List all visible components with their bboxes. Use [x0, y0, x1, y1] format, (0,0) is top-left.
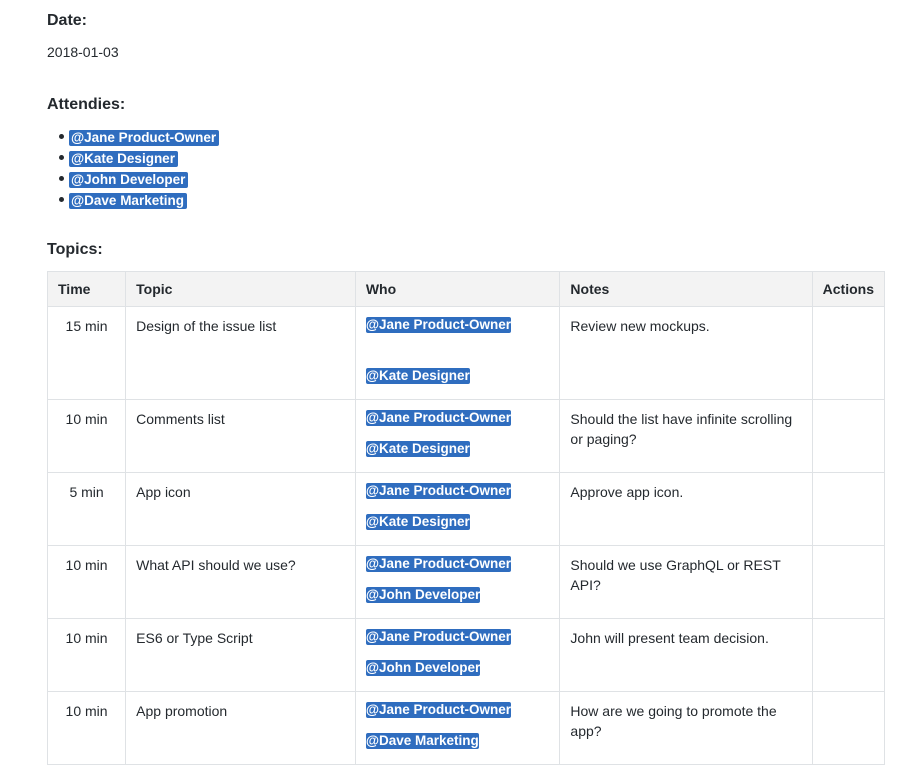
cell-time: 10 min: [46, 545, 127, 619]
cell-actions[interactable]: [811, 545, 886, 619]
cell-topic: ES6 or Type Script: [125, 618, 356, 692]
cell-topic: Comments list: [125, 399, 356, 473]
cell-notes: Approve app icon.: [559, 472, 813, 546]
cell-who: @Jane Product-Owner @Kate Designer: [354, 472, 561, 546]
header-who: Who: [354, 271, 561, 307]
cell-topic: App icon: [125, 472, 356, 546]
mention-chip[interactable]: @Jane Product-Owner: [365, 702, 512, 718]
header-time: Time: [46, 271, 127, 307]
cell-time: 10 min: [46, 399, 127, 473]
cell-time: 10 min: [46, 691, 127, 765]
cell-who: @Jane Product-Owner @Kate Designer: [354, 306, 561, 400]
cell-notes: John will present team decision.: [559, 618, 813, 692]
attendee-item: @John Developer: [59, 170, 219, 191]
cell-time: 5 min: [46, 472, 127, 546]
mention-chip[interactable]: @John Developer: [365, 660, 481, 676]
attendee-item: @Kate Designer: [59, 149, 219, 170]
table-row: 10 min ES6 or Type Script @Jane Product-…: [46, 618, 886, 692]
cell-topic: Design of the issue list: [125, 306, 356, 400]
cell-notes: Should the list have infinite scrolling …: [559, 399, 813, 473]
mention-chip[interactable]: @Jane Product-Owner: [365, 556, 512, 572]
cell-actions[interactable]: [811, 399, 886, 473]
cell-who: @Jane Product-Owner @John Developer: [354, 618, 561, 692]
mention-chip[interactable]: @Kate Designer: [365, 514, 470, 530]
table-row: 10 min Comments list @Jane Product-Owner…: [46, 399, 886, 473]
header-notes: Notes: [559, 271, 813, 307]
topics-table: Time Topic Who Notes Actions 15 min Desi…: [46, 271, 886, 765]
cell-notes: Review new mockups.: [559, 306, 813, 400]
cell-actions[interactable]: [811, 306, 886, 400]
attendees-label: Attendies:: [47, 96, 126, 113]
attendee-item: @Dave Marketing: [59, 191, 219, 212]
topics-label: Topics:: [47, 241, 103, 258]
mention-chip[interactable]: @Jane Product-Owner: [365, 629, 512, 645]
cell-who: @Jane Product-Owner @Dave Marketing: [354, 691, 561, 765]
table-row: 10 min What API should we use? @Jane Pro…: [46, 545, 886, 619]
cell-actions[interactable]: [811, 618, 886, 692]
date-value: 2018-01-03: [47, 44, 119, 60]
mention-chip[interactable]: @Dave Marketing: [365, 733, 479, 749]
mention-chip[interactable]: @John Developer: [365, 587, 481, 603]
mention-chip[interactable]: @Kate Designer: [365, 368, 470, 384]
header-actions: Actions: [811, 271, 886, 307]
mention-chip[interactable]: @Jane Product-Owner: [69, 130, 220, 146]
mention-chip[interactable]: @Jane Product-Owner: [365, 317, 512, 333]
header-topic: Topic: [125, 271, 356, 307]
cell-who: @Jane Product-Owner @John Developer: [354, 545, 561, 619]
table-header-row: Time Topic Who Notes Actions: [46, 271, 886, 307]
bullet-icon: [59, 155, 64, 160]
cell-actions[interactable]: [811, 691, 886, 765]
cell-time: 10 min: [46, 618, 127, 692]
mention-chip[interactable]: @Kate Designer: [69, 151, 178, 167]
cell-who: @Jane Product-Owner @Kate Designer: [354, 399, 561, 473]
attendees-list: @Jane Product-Owner @Kate Designer @John…: [59, 128, 220, 212]
mention-chip[interactable]: @John Developer: [69, 172, 189, 188]
cell-topic: What API should we use?: [125, 545, 356, 619]
mention-chip[interactable]: @Jane Product-Owner: [365, 483, 512, 499]
cell-topic: App promotion: [125, 691, 356, 765]
bullet-icon: [59, 134, 64, 139]
table-row: 5 min App icon @Jane Product-Owner @Kate…: [46, 472, 886, 546]
date-label: Date:: [47, 12, 88, 29]
cell-notes: How are we going to promote the app?: [559, 691, 813, 765]
mention-chip[interactable]: @Kate Designer: [365, 441, 470, 457]
bullet-icon: [59, 197, 64, 202]
cell-actions[interactable]: [811, 472, 886, 546]
mention-chip[interactable]: @Jane Product-Owner: [365, 410, 512, 426]
attendee-item: @Jane Product-Owner: [59, 128, 220, 149]
cell-time: 15 min: [46, 306, 127, 400]
table-row: 15 min Design of the issue list @Jane Pr…: [46, 306, 886, 400]
mention-chip[interactable]: @Dave Marketing: [69, 193, 187, 209]
bullet-icon: [59, 176, 64, 181]
table-row: 10 min App promotion @Jane Product-Owner…: [46, 691, 886, 765]
cell-notes: Should we use GraphQL or REST API?: [559, 545, 813, 619]
